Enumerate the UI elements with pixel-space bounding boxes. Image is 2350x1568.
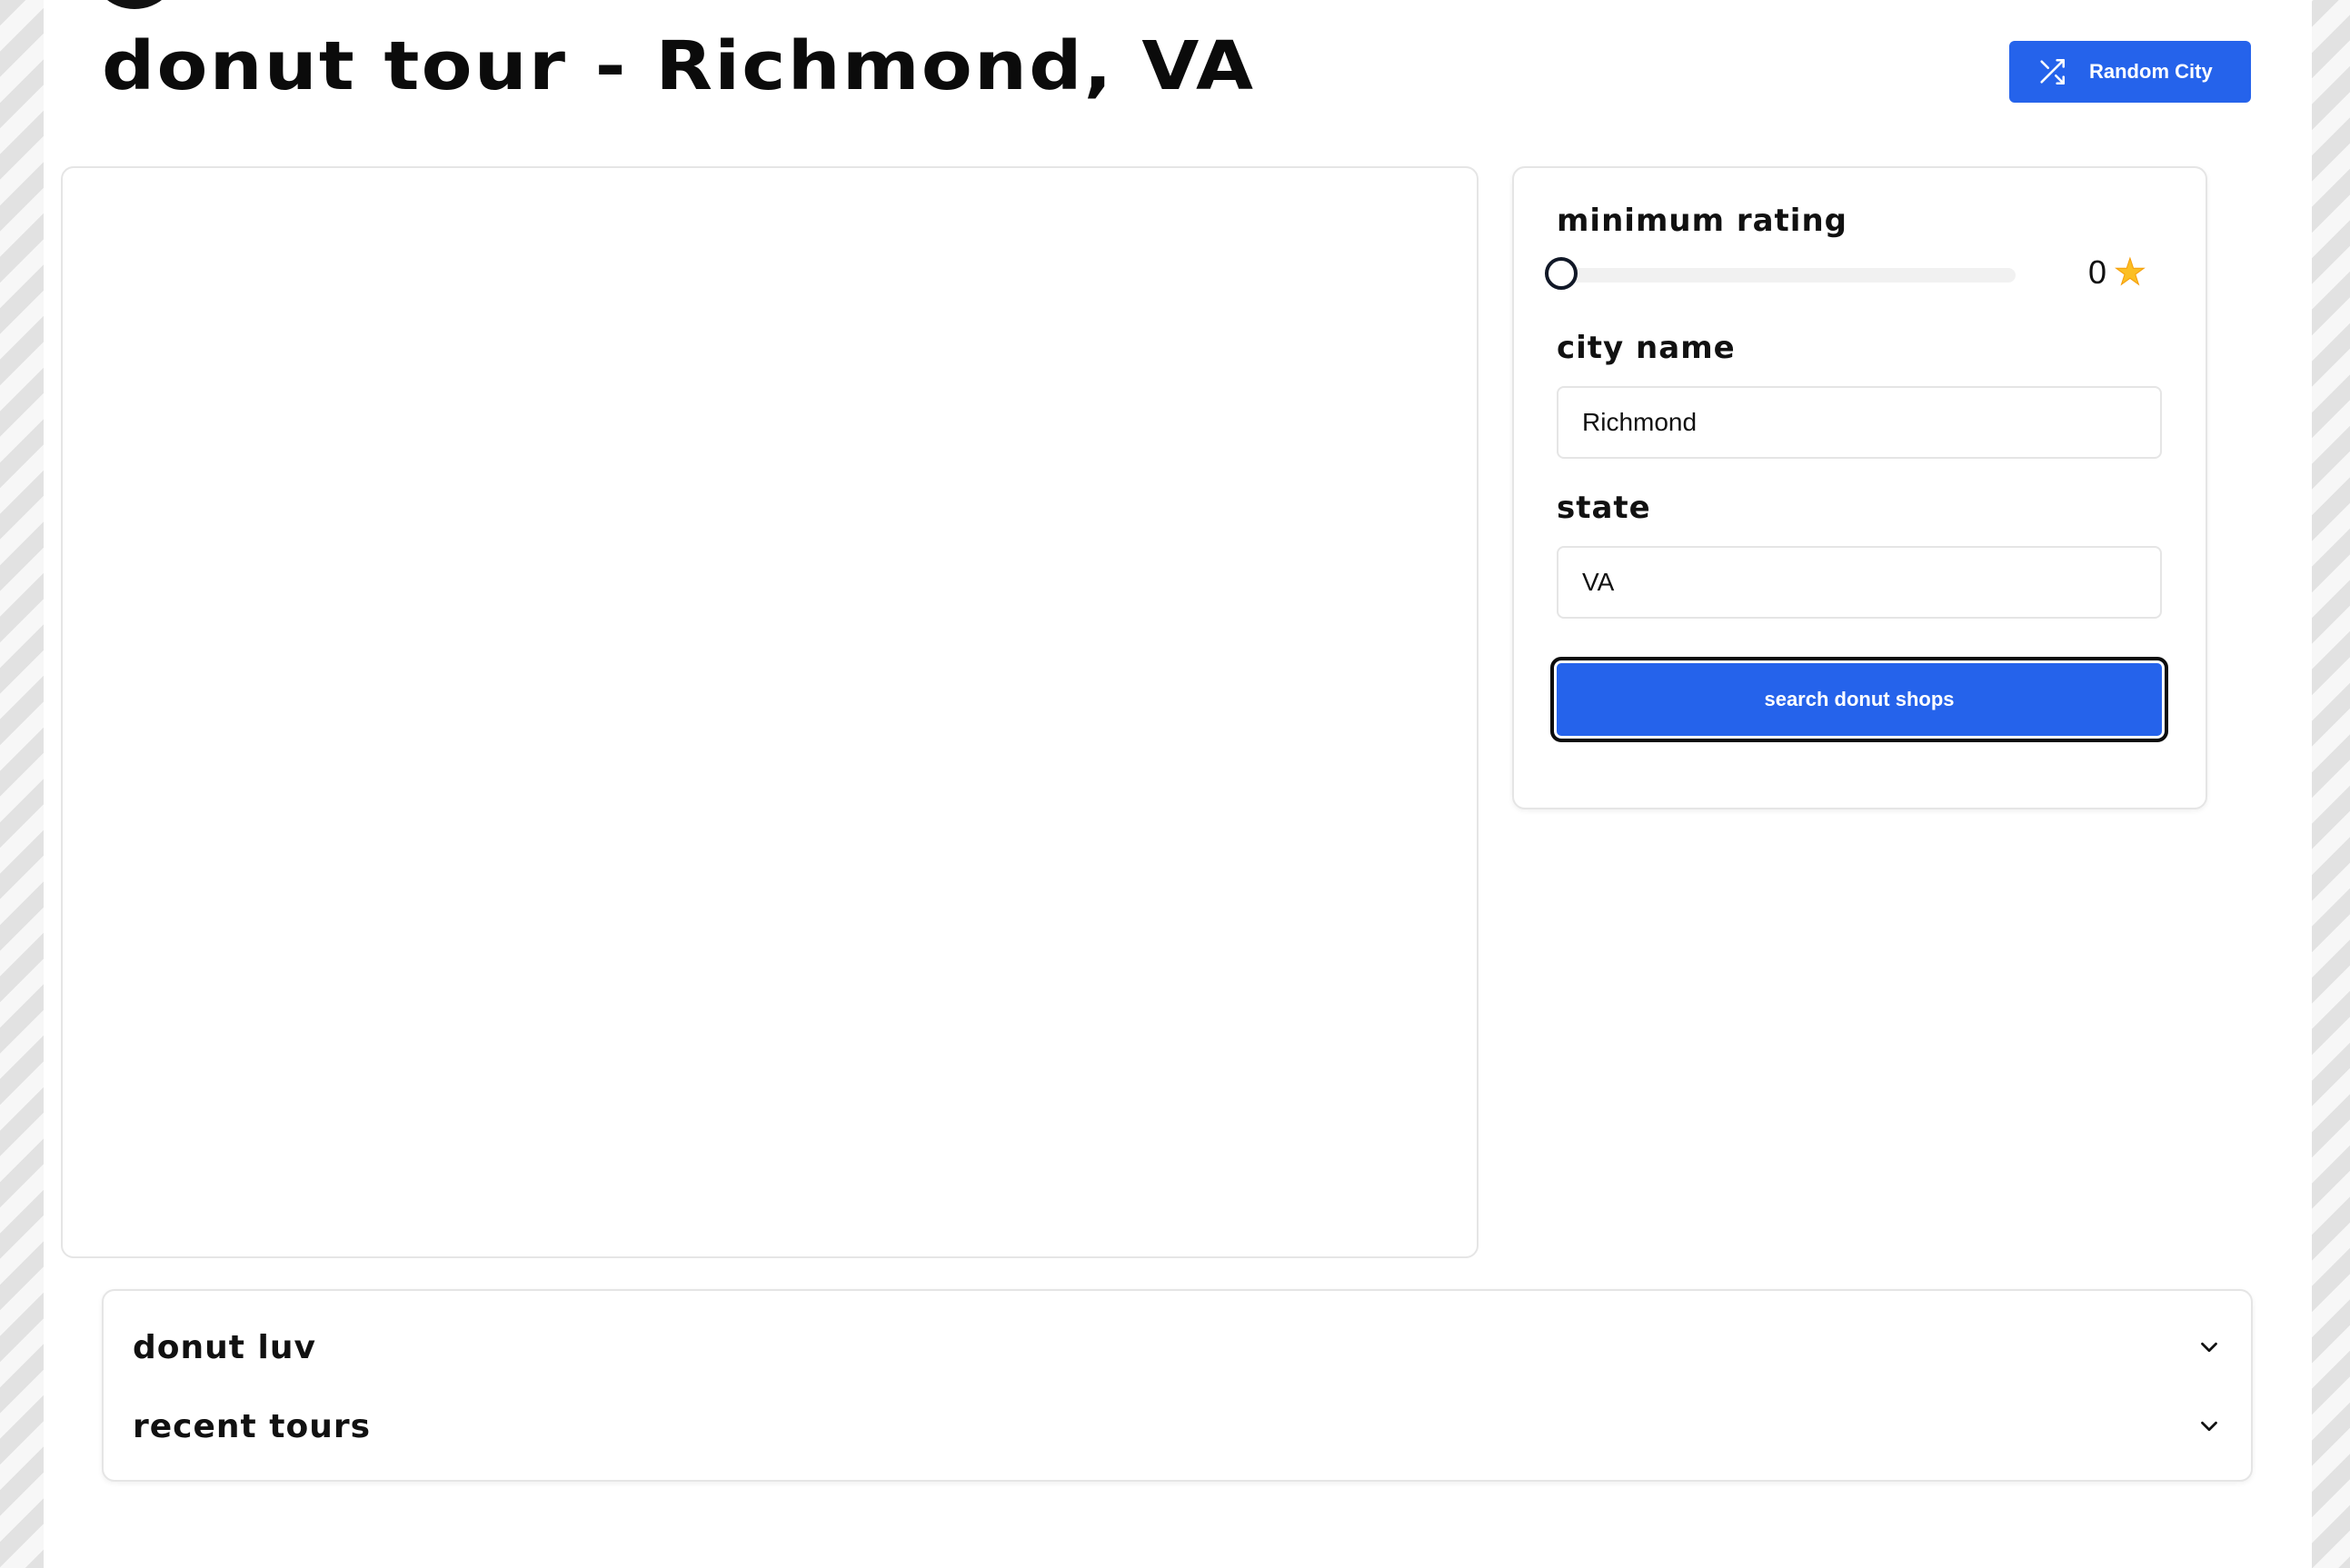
- chevron-down-icon[interactable]: [2196, 1334, 2223, 1361]
- city-name-label: city name: [1557, 330, 1736, 366]
- accordion-title: recent tours: [133, 1407, 372, 1445]
- accordion: donut luv recent tours: [102, 1289, 2253, 1482]
- search-donut-shops-button[interactable]: search donut shops: [1550, 657, 2168, 742]
- map-panel[interactable]: [61, 166, 1479, 1258]
- city-name-input[interactable]: [1557, 386, 2162, 459]
- rating-value-display: 0 ★: [2088, 253, 2146, 292]
- chevron-down-icon[interactable]: [2196, 1413, 2223, 1440]
- random-city-button[interactable]: Random City: [2009, 41, 2251, 103]
- random-city-label: Random City: [2089, 60, 2213, 83]
- page-title: donut tour - Richmond, VA: [102, 27, 1256, 105]
- state-input[interactable]: [1557, 546, 2162, 619]
- state-label: state: [1557, 490, 1651, 526]
- accordion-title: donut luv: [133, 1328, 316, 1366]
- rating-slider[interactable]: [1545, 257, 2016, 290]
- minimum-rating-label: minimum rating: [1557, 203, 1847, 239]
- rating-value: 0: [2088, 253, 2107, 291]
- accordion-item-donut-luv[interactable]: donut luv: [133, 1320, 2223, 1374]
- shuffle-icon: [2040, 58, 2066, 85]
- star-icon: ★: [2114, 253, 2147, 293]
- accordion-item-recent-tours[interactable]: recent tours: [133, 1399, 2223, 1454]
- rating-slider-thumb[interactable]: [1545, 257, 1578, 290]
- logo-blob: [89, 0, 180, 9]
